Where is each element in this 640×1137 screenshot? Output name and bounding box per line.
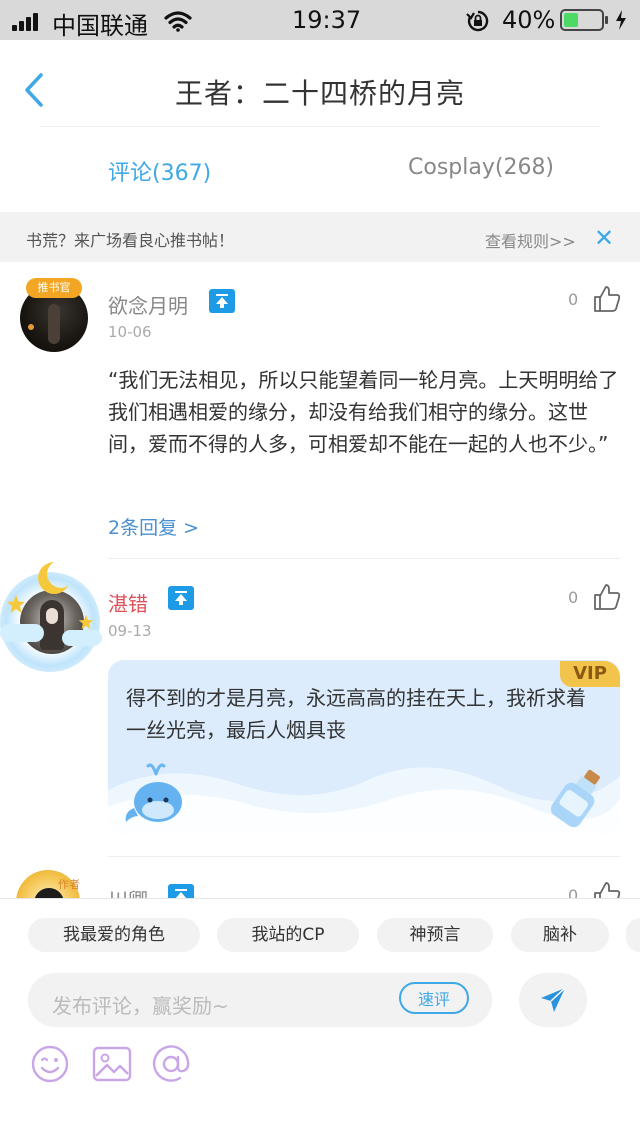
- close-icon[interactable]: ✕: [594, 224, 614, 252]
- status-bar: 中国联通 19:37 40%: [0, 0, 640, 40]
- avatar-badge: 作者: [58, 878, 80, 891]
- username[interactable]: 欲念月明: [108, 290, 188, 319]
- username[interactable]: 湛错: [108, 588, 148, 617]
- topic-chip-headcanon[interactable]: 脑补: [511, 918, 609, 952]
- cloud-decoration: [0, 624, 44, 642]
- charging-bolt-icon: [616, 10, 626, 30]
- comment-item: 作者 川卿 0: [0, 858, 640, 898]
- send-icon: [541, 987, 566, 1012]
- divider: [108, 856, 620, 857]
- thumbs-up-icon[interactable]: [592, 284, 622, 314]
- topic-chip-prediction[interactable]: 神预言: [377, 918, 493, 952]
- username[interactable]: 川卿: [108, 884, 148, 898]
- battery-percent: 40%: [502, 6, 556, 34]
- battery-icon: [560, 9, 604, 31]
- comment-body: 得不到的才是月亮，永远高高的挂在天上，我祈求着一丝光亮，最后人烟具丧: [126, 686, 586, 742]
- avatar-badge: 推书官: [26, 278, 82, 298]
- signal-icon: [12, 12, 40, 31]
- comment-date: 09-13: [108, 622, 152, 640]
- page-title: 王者：二十四桥的月亮: [174, 77, 465, 110]
- replies-link[interactable]: 2条回复 >: [108, 513, 199, 540]
- star-icon: [7, 595, 25, 613]
- thumbs-up-icon[interactable]: [592, 880, 622, 898]
- bottle-icon: [550, 769, 600, 828]
- comment-item: 推书官 欲念月明 10-06 0 “我们无法相见，所以只能望着同一轮月亮。上天明…: [0, 262, 640, 558]
- header: [0, 40, 640, 210]
- thumbs-up-icon[interactable]: [592, 582, 622, 612]
- vip-badge: VIP: [560, 661, 620, 687]
- topic-chip-favorite-character[interactable]: 我最爱的角色: [28, 918, 200, 952]
- comment-body: “我们无法相见，所以只能望着同一轮月亮。上天明明给了我们相遇相爱的缘分，却没有给…: [108, 368, 619, 456]
- banner-text: 书荒？来广场看良心推书帖！: [26, 231, 235, 250]
- header-divider: [40, 126, 600, 127]
- star-icon: [78, 614, 94, 630]
- whale-icon: [125, 763, 182, 822]
- like-count: 0: [568, 290, 579, 309]
- send-button[interactable]: [519, 973, 587, 1027]
- battery-tip: [605, 16, 608, 24]
- pin-top-icon: [168, 586, 194, 610]
- tab-cosplay[interactable]: Cosplay(268): [408, 155, 554, 180]
- topic-chip-cp[interactable]: 我站的CP: [217, 918, 359, 952]
- wifi-icon: [164, 11, 192, 32]
- quick-review-button[interactable]: 速评: [399, 982, 469, 1014]
- comment-date: 10-06: [108, 323, 152, 341]
- pin-top-icon: [209, 289, 235, 313]
- like-count: 0: [568, 588, 579, 607]
- pin-top-icon: [168, 884, 194, 898]
- carrier-label: 中国联通: [52, 12, 148, 40]
- tab-comments[interactable]: 评论(367): [108, 155, 211, 187]
- vip-comment-card: 得不到的才是月亮，永远高高的挂在天上，我祈求着一丝光亮，最后人烟具丧: [108, 660, 620, 834]
- clock: 19:37: [292, 6, 362, 34]
- view-rules-link[interactable]: 查看规则>>: [485, 228, 576, 252]
- cloud-decoration: [62, 630, 102, 646]
- at-mention-icon[interactable]: [150, 1044, 192, 1084]
- emoji-icon[interactable]: [30, 1044, 70, 1084]
- image-icon[interactable]: [92, 1046, 132, 1082]
- like-count: 0: [568, 886, 579, 898]
- moon-icon: [38, 562, 68, 594]
- rotation-lock-icon: [466, 10, 489, 32]
- comment-input-placeholder: 发布评论，赢奖励~: [52, 994, 229, 1018]
